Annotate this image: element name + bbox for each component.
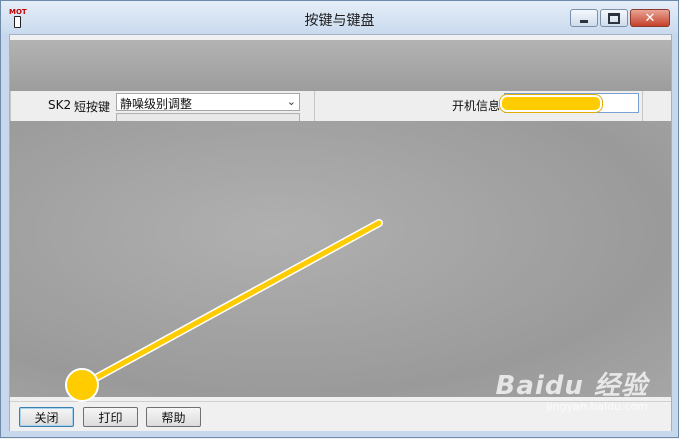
watermark-logo: Baidu 经验	[495, 371, 648, 401]
blurred-region-top	[10, 40, 671, 92]
boot-info-label: 开机信息	[452, 99, 501, 113]
main-window: MOT 按键与键盘 ✕ SK2 短按键 静噪级别调整 ⌄ 开机信息 关闭 打印 …	[0, 0, 679, 438]
title-bar[interactable]: MOT 按键与键盘 ✕	[1, 1, 678, 34]
column-divider	[10, 91, 11, 121]
window-controls: ✕	[570, 9, 670, 29]
print-button[interactable]: 打印	[83, 407, 138, 427]
blurred-region-main	[10, 121, 671, 397]
key-id-label: SK2	[48, 98, 72, 112]
minimize-icon	[580, 19, 588, 23]
column-divider	[314, 91, 315, 121]
chevron-down-icon: ⌄	[286, 95, 296, 108]
close-icon: ✕	[644, 10, 656, 26]
column-divider	[642, 91, 643, 121]
help-button[interactable]: 帮助	[146, 407, 201, 427]
key-settings-row: SK2 短按键 静噪级别调整 ⌄ 开机信息	[10, 91, 671, 121]
maximize-button[interactable]	[600, 9, 628, 27]
minimize-button[interactable]	[570, 9, 598, 27]
key-function-select[interactable]: 静噪级别调整 ⌄	[116, 93, 300, 111]
press-type-label: 短按键	[74, 100, 111, 114]
watermark: Baidu 经验 jingyan.baidu.com	[496, 365, 648, 413]
close-window-button[interactable]: ✕	[630, 9, 670, 27]
next-select-partial	[116, 113, 300, 121]
key-function-value: 静噪级别调整	[120, 97, 193, 111]
highlight-marker	[500, 95, 602, 112]
maximize-icon	[608, 12, 620, 24]
close-button[interactable]: 关闭	[19, 407, 74, 427]
